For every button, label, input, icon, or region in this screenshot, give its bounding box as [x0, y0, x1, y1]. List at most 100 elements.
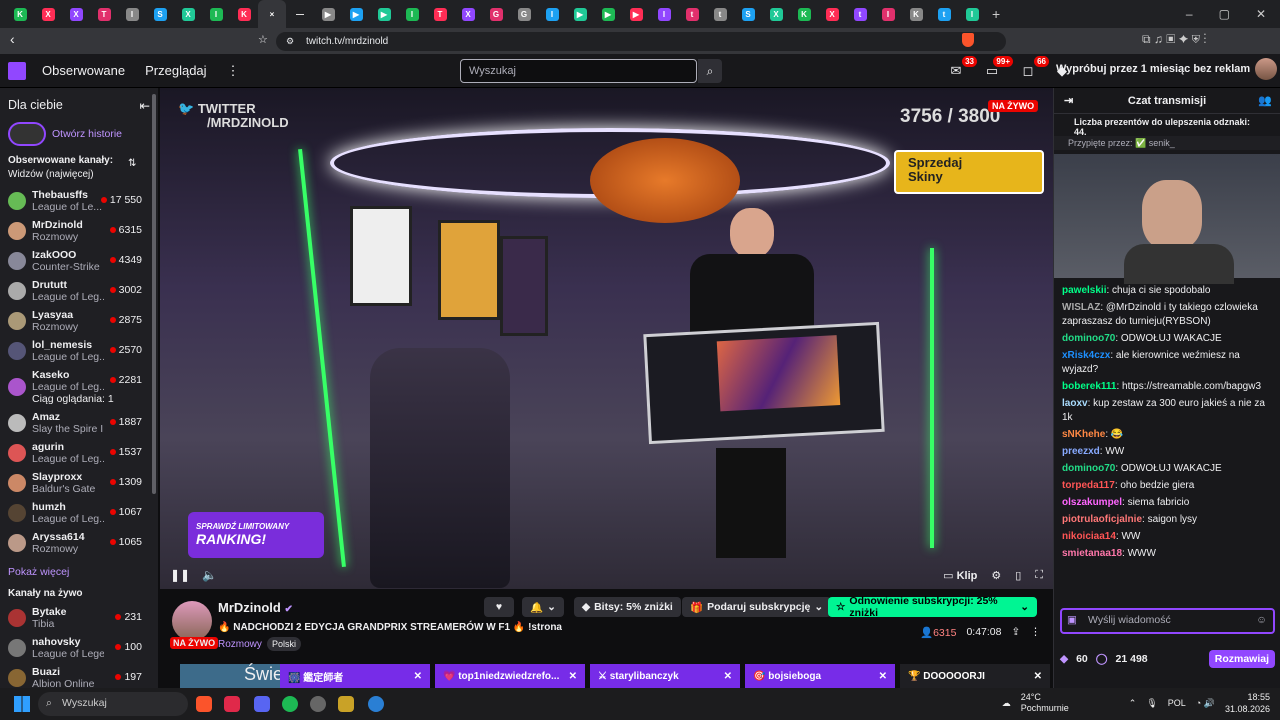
browser-tab[interactable]: I [650, 0, 678, 28]
turbo-offer[interactable]: Wypróbuj przez 1 miesiąc bez reklam [1056, 63, 1250, 75]
pause-icon[interactable]: ❚❚ [170, 568, 190, 582]
weather[interactable]: 24°C Pochmurnie [1021, 692, 1069, 714]
obs-app-icon[interactable] [310, 696, 326, 712]
sidebar-channel[interactable]: Bytake Tibia 231 [0, 603, 158, 633]
stream-category[interactable]: Rozmowy [218, 639, 262, 650]
collapse-sidebar-icon[interactable]: ⇤ [140, 98, 150, 113]
whispers-icon[interactable]: ▭ 99+ [981, 56, 1013, 82]
sidebar-channel[interactable]: Slayproxx Baldur's Gate 1309 [0, 468, 158, 498]
sidebar-channel[interactable]: Kaseko League of Leg... Ciąg oglądania: 12… [0, 366, 158, 408]
volume-icon[interactable]: 🔈 [202, 568, 217, 582]
sidebar-channel[interactable]: Amaz Slay the Spire II 1887 [0, 408, 158, 438]
twitch-logo[interactable] [8, 61, 26, 80]
chat-username[interactable]: smietanaa18 [1062, 548, 1122, 559]
minimize-button[interactable]: – [1186, 7, 1193, 21]
chat-username[interactable]: WISLAZ [1062, 302, 1100, 313]
chat-username[interactable]: torpeda117 [1062, 480, 1115, 491]
browser-tab[interactable]: T [90, 0, 118, 28]
sell-skins-banner[interactable]: Sprzedaj Skiny [894, 150, 1044, 194]
app-icon[interactable] [338, 696, 354, 712]
tray-chevron-icon[interactable]: ⌃ [1129, 698, 1137, 709]
sidebar-channel[interactable]: lol_nemesis League of Leg... 2570 [0, 336, 158, 366]
browser-tab[interactable]: X [62, 0, 90, 28]
chat-username[interactable]: preezxd [1062, 446, 1100, 457]
bits-discount-button[interactable]: ◆ Bitsy: 5% zniżki [574, 597, 681, 617]
browser-tab[interactable]: K [230, 0, 258, 28]
search-button[interactable]: ⌕ [698, 59, 722, 83]
chat-username[interactable]: boberek111 [1062, 381, 1116, 392]
chat-username[interactable]: dominoo70 [1062, 463, 1115, 474]
sidebar-channel[interactable]: IzakOOO Counter-Strike 4349 [0, 246, 158, 276]
sidebar-channel[interactable]: MrDzinold Rozmowy 6315 [0, 216, 158, 246]
chat-input[interactable]: ▣ Wyślij wiadomość ☺ [1060, 608, 1275, 634]
nav-following[interactable]: Obserwowane [42, 63, 125, 78]
sort-icon[interactable]: ⇅ [128, 158, 136, 169]
streamer-name[interactable]: MrDzinold ✔ [218, 600, 293, 615]
browser-tab[interactable]: ▶ [370, 0, 398, 28]
collapse-chat-icon[interactable]: ⇥ [1064, 94, 1073, 107]
back-icon[interactable]: ‹ [10, 31, 15, 47]
url-field[interactable]: ⚙ twitch.tv/mrdzinold [276, 32, 1006, 51]
hype-chat-pin[interactable]: ⚔ starylibanczyk ✕ [590, 664, 740, 688]
sidebar-channel[interactable]: Drututt League of Leg... 3002 [0, 276, 158, 306]
theatre-mode-icon[interactable]: ▯ [1015, 569, 1021, 582]
chat-username[interactable]: pawelskii [1062, 285, 1106, 296]
close-icon[interactable]: ✕ [569, 671, 577, 682]
language-indicator[interactable]: POL [1168, 698, 1186, 708]
sidebar-channel[interactable]: Thebausffs League of Le... 17 550 [0, 186, 158, 216]
hype-chat-pin[interactable]: 🎆 鑑定師者 ✕ [280, 664, 430, 688]
users-icon[interactable]: 👥 [1258, 94, 1272, 107]
browser-tab[interactable]: I [874, 0, 902, 28]
chat-username[interactable]: olszakumpel [1062, 497, 1122, 508]
close-icon[interactable]: ✕ [879, 671, 887, 682]
follow-heart-button[interactable]: ♥ [484, 597, 514, 617]
browser-tab[interactable]: I [538, 0, 566, 28]
close-icon[interactable]: ✕ [1034, 671, 1042, 682]
browser-tab[interactable]: ▶ [314, 0, 342, 28]
channel-points-icon[interactable]: ◯ [1096, 653, 1108, 665]
app-icon[interactable] [224, 696, 240, 712]
sidebar-scrollbar[interactable] [152, 94, 156, 494]
browser-tab[interactable]: K [902, 0, 930, 28]
windows-start-icon[interactable] [14, 696, 30, 712]
close-icon[interactable]: ✕ [414, 671, 422, 682]
browser-tab[interactable]: t [706, 0, 734, 28]
browser-tab[interactable]: T [426, 0, 454, 28]
browser-tab[interactable]: t [930, 0, 958, 28]
search-input[interactable]: Wyszukaj [460, 59, 697, 83]
brave-shield-icon[interactable] [962, 33, 974, 47]
browser-tab[interactable]: S [146, 0, 174, 28]
gift-sub-button[interactable]: 🎁 Podaruj subskrypcję ⌄ [682, 597, 832, 617]
notifications-bell-button[interactable]: 🔔 ⌄ [522, 597, 564, 617]
more-options-icon[interactable]: ⋮ [1030, 626, 1041, 639]
clip-button[interactable]: ▭ Klip [943, 569, 977, 582]
browser-tab[interactable]: I [958, 0, 986, 28]
browser-tab[interactable]: S [734, 0, 762, 28]
new-tab-button[interactable]: + [992, 6, 1000, 22]
notifications-icon[interactable]: ◻ 66 [1017, 56, 1049, 82]
inbox-icon[interactable]: ✉ 33 [945, 56, 977, 82]
browser-tab[interactable]: × [258, 0, 286, 28]
browser-tab[interactable]: K [790, 0, 818, 28]
browser-tab[interactable]: X [34, 0, 62, 28]
browser-tab[interactable]: ▶ [566, 0, 594, 28]
extensions-icon[interactable]: ⧉ ♫ ▣ ✦ ⛨ ⋮ [1142, 32, 1207, 47]
sort-label[interactable]: Widzów (najwięcej) [8, 169, 150, 180]
sidebar-channel[interactable]: Lyasyaa Rozmowy 2875 [0, 306, 158, 336]
browser-tab[interactable]: I [398, 0, 426, 28]
browser-tab[interactable]: t [846, 0, 874, 28]
chat-username[interactable]: piotrulaoficjalnie [1062, 514, 1142, 525]
browser-tab[interactable]: I [118, 0, 146, 28]
maximize-button[interactable]: ▢ [1219, 7, 1230, 21]
browser-tab[interactable]: X [454, 0, 482, 28]
stories-link[interactable]: Otwórz historie [0, 119, 158, 149]
chat-send-button[interactable]: Rozmawiaj [1208, 650, 1275, 668]
hype-chat-pin[interactable]: 💗 top1niedzwiedzrefo... ✕ [435, 664, 585, 688]
browser-tab[interactable]: K [6, 0, 34, 28]
spotify-app-icon[interactable] [282, 696, 298, 712]
hype-chat-pin[interactable]: 🎯 bojsieboga ✕ [745, 664, 895, 688]
browser-tab[interactable]: I [202, 0, 230, 28]
streamer-avatar[interactable] [172, 601, 212, 641]
emote-icon[interactable]: ☺ [1256, 614, 1267, 626]
chat-username[interactable]: sNKhehe [1062, 429, 1105, 440]
